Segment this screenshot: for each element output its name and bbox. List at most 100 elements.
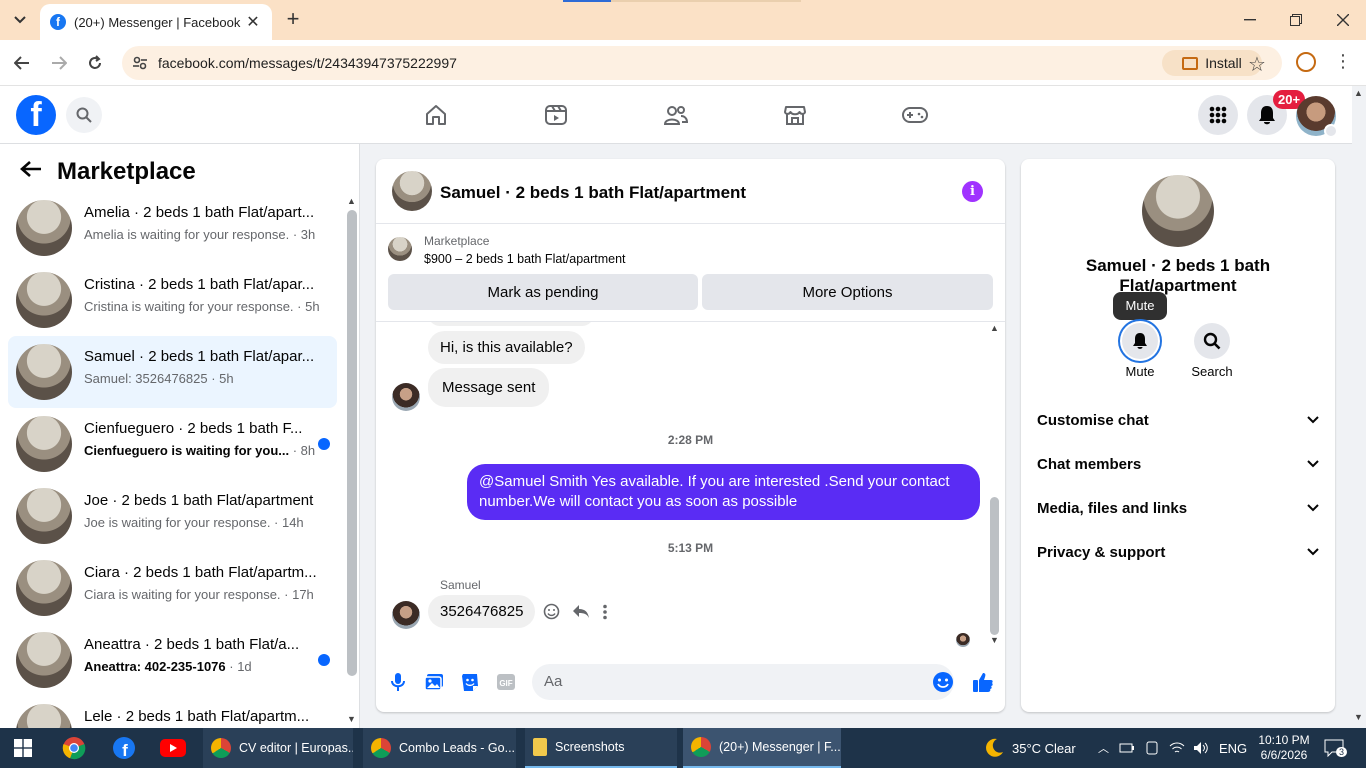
taskbar-app-messenger[interactable]: (20+) Messenger | F... [683,728,841,768]
mute-button[interactable] [1122,323,1158,359]
outgoing-message-bubble[interactable]: @Samuel Smith Yes available. If you are … [467,464,980,520]
video-nav[interactable] [536,98,576,132]
tab-search-button[interactable] [6,7,34,33]
microphone-icon[interactable] [386,670,410,694]
reload-button[interactable] [83,51,107,75]
message-thread-scrollbar[interactable] [990,497,999,635]
new-tab-button[interactable]: + [282,8,304,30]
photo-icon[interactable] [422,670,446,694]
facebook-search-button[interactable] [66,97,102,133]
chrome-taskbar-icon[interactable] [62,728,86,768]
chrome-icon [211,738,231,758]
conversation-item[interactable]: Cristina · 2 beds 1 bath Flat/apar... Cr… [8,264,337,336]
listing-thumbnail [16,560,72,616]
minimize-button[interactable] [1238,8,1262,32]
conversation-item[interactable]: Cienfueguero · 2 beds 1 bath F... Cienfu… [8,408,337,480]
scroll-up-arrow-icon[interactable]: ▲ [347,196,356,206]
sender-avatar[interactable] [392,383,420,411]
media-files-links-section[interactable]: Media, files and links [1029,486,1327,530]
close-window-button[interactable] [1331,8,1355,32]
gamepad-icon [902,107,928,123]
forward-button[interactable] [47,51,71,75]
address-bar[interactable]: facebook.com/messages/t/2434394737522299… [122,46,1282,80]
taskbar-app-combo-leads[interactable]: Combo Leads - Go... [363,728,516,768]
menu-button[interactable] [1198,95,1238,135]
sender-avatar[interactable] [392,601,420,629]
system-tray-icons[interactable]: ︿ ENG [1098,728,1247,768]
notification-center-button[interactable]: 3 [1324,728,1348,768]
scroll-up-arrow-icon[interactable]: ▲ [1354,88,1363,98]
message-bubble[interactable]: 3526476825 [428,595,536,628]
chevron-up-icon[interactable]: ︿ [1098,740,1109,756]
message-input[interactable]: Aa [532,664,954,700]
gaming-nav[interactable] [895,98,935,132]
start-button[interactable] [14,728,32,768]
grid-menu-icon [1209,106,1227,124]
chat-listing-thumbnail[interactable] [392,171,432,211]
customise-chat-section[interactable]: Customise chat [1029,398,1327,442]
scroll-down-arrow-icon[interactable]: ▼ [1354,712,1363,722]
message-bubble[interactable]: Hi, is this available? [428,331,585,364]
react-smiley-icon[interactable] [543,603,560,620]
page-scrollbar[interactable]: ▲ ▼ [1352,86,1366,728]
sticker-icon[interactable] [458,670,482,694]
back-arrow-button[interactable] [20,160,42,178]
scroll-up-arrow-icon[interactable]: ▲ [990,323,999,333]
chat-members-section[interactable]: Chat members [1029,442,1327,486]
chat-title[interactable]: Samuel · 2 beds 1 bath Flat/apartment [440,183,746,203]
conversation-item-active[interactable]: Samuel · 2 beds 1 bath Flat/apar... Samu… [8,336,337,408]
clock[interactable]: 10:10 PM 6/6/2026 [1256,728,1312,768]
info-icon[interactable]: i [962,181,983,202]
preview-text: Cienfueguero is waiting for you... [84,443,290,458]
language-indicator[interactable]: ENG [1219,741,1247,756]
message-timestamp: 5:13 PM [667,541,714,555]
more-options-button[interactable]: More Options [702,274,993,310]
conversation-item[interactable]: Ciara · 2 beds 1 bath Flat/apartm... Cia… [8,552,337,624]
scroll-down-arrow-icon[interactable]: ▼ [990,635,999,645]
conversation-item[interactable]: Lele · 2 beds 1 bath Flat/apartm... [8,696,337,728]
chat-panel: Samuel · 2 beds 1 bath Flat/apartment i … [376,159,1005,712]
facebook-taskbar-icon[interactable]: f [112,728,136,768]
listing-price-title[interactable]: $900 – 2 beds 1 bath Flat/apartment [424,252,626,266]
browser-profile-icon[interactable] [1296,52,1316,72]
mark-as-pending-button[interactable]: Mark as pending [388,274,698,310]
message-actions [543,603,608,620]
conversation-name: Joe · 2 beds 1 bath Flat/apartment [84,492,314,509]
youtube-taskbar-icon[interactable] [160,728,186,768]
info-title: Samuel · 2 beds 1 bath Flat/apartment [1085,256,1271,295]
weather-widget[interactable]: 35°C Clear [982,728,1076,768]
privacy-support-section[interactable]: Privacy & support [1029,530,1327,574]
gif-icon[interactable]: GIF [494,670,518,694]
emoji-icon[interactable] [931,670,955,694]
back-button[interactable] [10,51,34,75]
like-thumbs-up-icon[interactable] [971,670,995,694]
taskbar-app-cv-editor[interactable]: CV editor | Europas... [203,728,353,768]
sender-name: Samuel [440,578,481,592]
conversation-item[interactable]: Joe · 2 beds 1 bath Flat/apartment Joe i… [8,480,337,552]
friends-nav[interactable] [656,98,696,132]
site-info-icon[interactable] [132,55,148,71]
bookmark-star-icon[interactable]: ☆ [1248,52,1266,77]
conversation-list-scrollbar[interactable] [347,210,357,676]
account-avatar[interactable] [1296,96,1338,138]
install-app-button[interactable]: Install [1162,50,1262,76]
message-composer: GIF Aa [376,652,1005,712]
browser-menu-icon[interactable]: ⋮ [1334,52,1352,70]
marketplace-nav[interactable] [775,98,815,132]
restore-button[interactable] [1284,8,1308,32]
facebook-logo-icon[interactable]: f [16,95,56,135]
browser-tab-messenger[interactable]: f (20+) Messenger | Facebook ✕ [40,4,272,40]
reply-icon[interactable] [572,604,590,619]
close-tab-icon[interactable]: ✕ [244,12,262,32]
conversation-item[interactable]: Aneattra · 2 beds 1 bath Flat/a... Aneat… [8,624,337,696]
conversation-item[interactable]: Amelia · 2 beds 1 bath Flat/apart... Ame… [8,192,337,264]
scroll-down-arrow-icon[interactable]: ▼ [347,714,356,724]
windows-taskbar: f CV editor | Europas... Combo Leads - G… [0,728,1366,768]
message-bubble[interactable]: Message sent [428,368,550,407]
info-listing-thumbnail[interactable] [1142,175,1214,247]
more-vertical-icon[interactable] [602,604,608,620]
svg-text:GIF: GIF [499,679,512,688]
taskbar-app-screenshots[interactable]: Screenshots [525,728,677,768]
home-nav[interactable] [416,98,456,132]
search-in-conversation-button[interactable] [1194,323,1230,359]
